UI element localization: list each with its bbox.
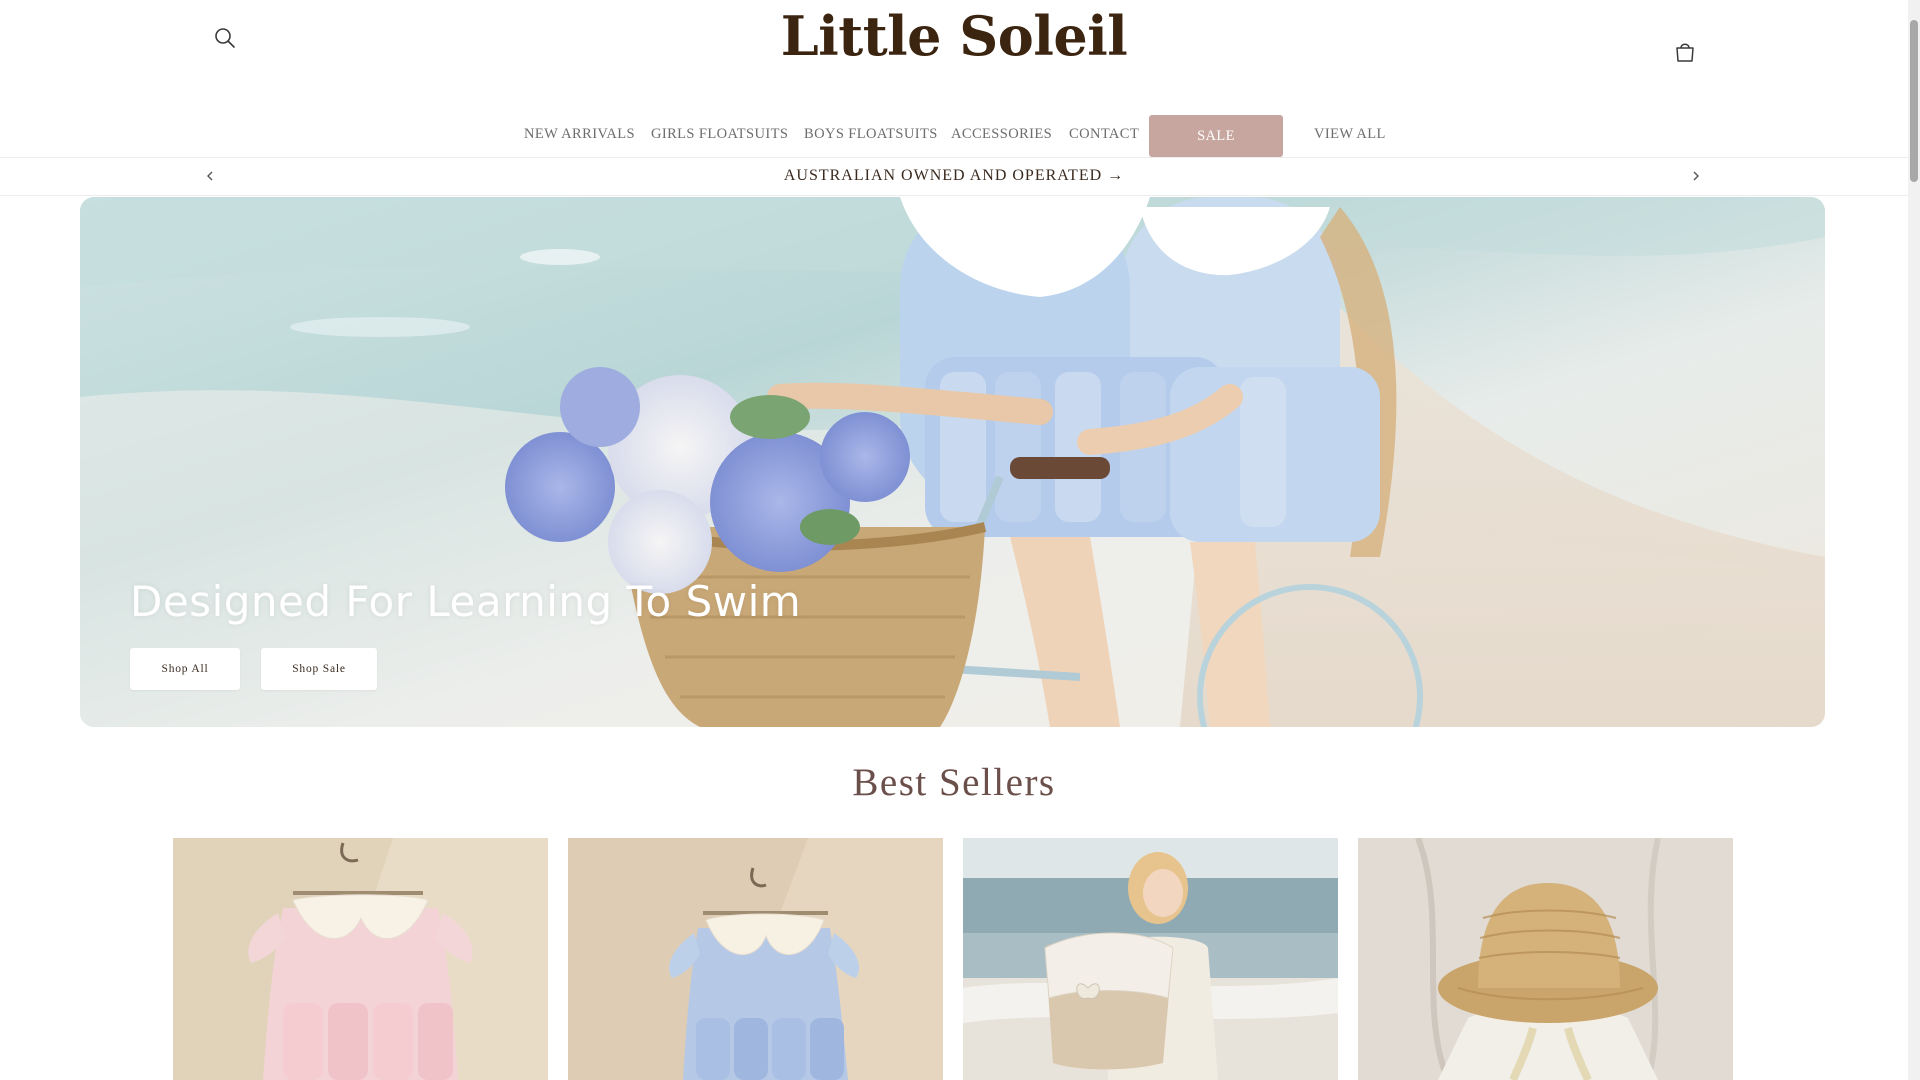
product-image — [173, 838, 548, 1080]
announcement-text[interactable]: AUSTRALIAN OWNED AND OPERATED → — [0, 167, 1908, 185]
product-card-backpack[interactable] — [963, 838, 1338, 1080]
hero-heading: Designed For Learning To Swim — [130, 577, 802, 626]
scrollbar-thumb[interactable] — [1910, 20, 1918, 182]
product-card-blue-floatsuit[interactable] — [568, 838, 943, 1080]
product-image — [568, 838, 943, 1080]
product-card-pink-floatsuit[interactable] — [173, 838, 548, 1080]
nav-sale[interactable]: SALE — [1149, 115, 1283, 157]
nav-view-all[interactable]: VIEW ALL — [1314, 126, 1386, 143]
product-image — [963, 838, 1338, 1080]
page-scrollbar[interactable] — [1908, 0, 1920, 1080]
announcement-bar: AUSTRALIAN OWNED AND OPERATED → — [0, 157, 1908, 196]
site-logo[interactable]: Little Soleil — [0, 4, 1908, 68]
nav-new-arrivals[interactable]: NEW ARRIVALS — [524, 126, 635, 143]
shop-all-button[interactable]: Shop All — [130, 648, 240, 690]
nav-girls-floatsuits[interactable]: GIRLS FLOATSUITS — [651, 126, 788, 143]
nav-contact[interactable]: CONTACT — [1069, 126, 1139, 143]
product-card-straw-hat[interactable] — [1358, 838, 1733, 1080]
hero-banner: Designed For Learning To Swim Shop All S… — [80, 197, 1825, 727]
nav-boys-floatsuits[interactable]: BOYS FLOATSUITS — [804, 126, 938, 143]
site-header: Little Soleil NEW ARRIVALS GIRLS FLOATSU… — [0, 0, 1908, 157]
nav-accessories[interactable]: ACCESSORIES — [951, 126, 1052, 143]
chevron-right-icon[interactable] — [1688, 166, 1704, 186]
main-nav: NEW ARRIVALS GIRLS FLOATSUITS BOYS FLOAT… — [0, 114, 1908, 157]
best-sellers-title: Best Sellers — [852, 761, 1056, 804]
cart-icon[interactable] — [1671, 38, 1699, 66]
shop-sale-button[interactable]: Shop Sale — [261, 648, 377, 690]
product-image — [1358, 838, 1733, 1080]
